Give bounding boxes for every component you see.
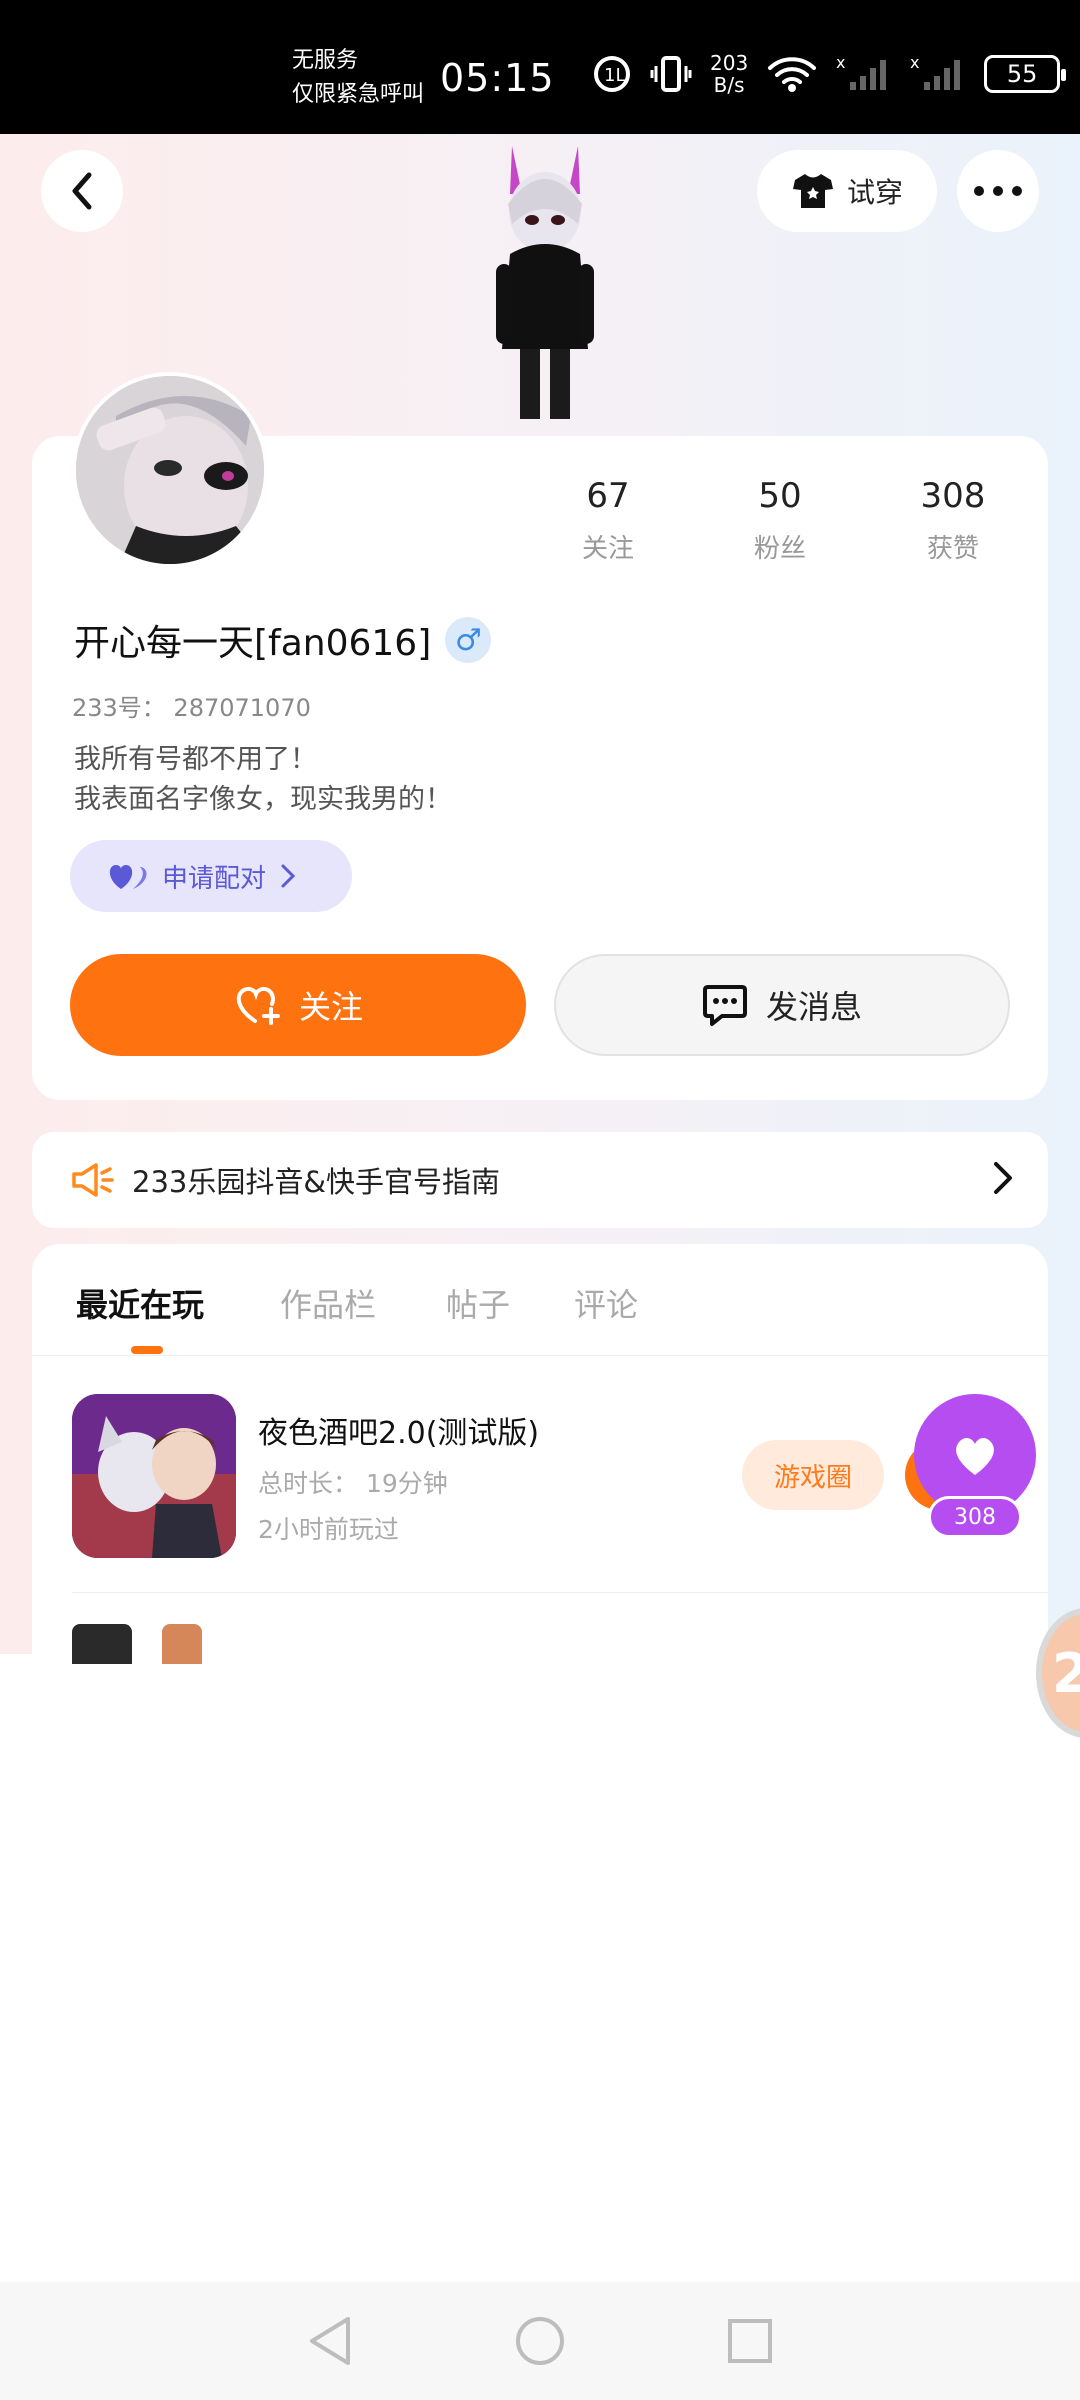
- vibrate-icon: [650, 56, 692, 92]
- send-message-label: 发消息: [765, 988, 862, 1026]
- stat-following[interactable]: 67 关注: [548, 476, 668, 565]
- svg-text:1L: 1L: [604, 65, 625, 86]
- bio-line-1: 我所有号都不用了！: [74, 744, 317, 775]
- announcement-text: 233乐园抖音&快手官号指南: [132, 1165, 500, 1199]
- stat-likes[interactable]: 308 获赞: [893, 476, 1013, 565]
- try-on-label: 试穿: [846, 176, 903, 209]
- hd-call-icon: 1L: [594, 56, 630, 92]
- bio: 我所有号都不用了！ 我表面名字像女，现实我男的！: [74, 740, 452, 820]
- follow-button[interactable]: 关注: [70, 954, 526, 1056]
- tab-works[interactable]: 作品栏: [280, 1280, 376, 1326]
- wifi-icon: [768, 57, 817, 92]
- heart-icon: [956, 1437, 994, 1475]
- gender-male-icon: ♂: [445, 617, 492, 663]
- stat-fans-count: 50: [758, 476, 802, 516]
- status-time: 05:15: [440, 56, 555, 100]
- game-circle-button[interactable]: 游戏圈: [742, 1440, 884, 1510]
- apply-pair-button[interactable]: 申请配对: [70, 840, 352, 912]
- stat-following-count: 67: [586, 476, 630, 516]
- nav-home-icon[interactable]: [514, 2315, 566, 2367]
- stat-likes-count: 308: [920, 476, 986, 516]
- avatar-image: [76, 376, 264, 564]
- game-cover-image: [72, 1394, 236, 1558]
- nickname-row: 开心每一天[fan0616] ♂: [74, 614, 492, 666]
- tab-active-indicator: [131, 1346, 163, 1354]
- heart-plus-icon: [236, 986, 280, 1025]
- chat-bubble-icon: [702, 985, 747, 1026]
- tab-posts[interactable]: 帖子: [446, 1280, 510, 1326]
- system-nav-bar: [0, 2282, 1080, 2400]
- chevron-right-icon: [281, 864, 296, 888]
- next-item-thumbnail-peek: [162, 1624, 202, 1664]
- double-heart-icon: [109, 865, 147, 889]
- stat-fans[interactable]: 50 粉丝: [720, 476, 840, 565]
- profile-screen: 无服务 仅限紧急呼叫 05:15 1L 203 B/s x x 55 试穿 67…: [0, 0, 1080, 2400]
- status-icons: 1L 203 B/s x x 55: [592, 51, 1067, 97]
- avatar[interactable]: [72, 372, 268, 568]
- svg-text:x: x: [836, 54, 845, 72]
- stat-following-label: 关注: [581, 534, 634, 564]
- game-duration: 总时长： 19分钟: [258, 1469, 448, 1498]
- more-dots-icon: [974, 186, 1022, 196]
- game-thumbnail: [72, 1394, 236, 1558]
- user-id: 233号： 287071070: [72, 694, 311, 722]
- stat-likes-label: 获赞: [926, 534, 979, 564]
- tab-bar: 最近在玩 作品栏 帖子 评论: [32, 1244, 1048, 1356]
- signal-sim2-icon: x: [910, 54, 961, 90]
- back-button[interactable]: [41, 150, 123, 232]
- signal-sim1-icon: x: [836, 54, 887, 90]
- megaphone-icon: [72, 1163, 114, 1197]
- battery-icon: 55: [984, 55, 1067, 93]
- list-item[interactable]: 夜色酒吧2.0(测试版) 总时长： 19分钟 2小时前玩过 游戏圈 玩: [72, 1394, 1032, 1558]
- activity-panel: 最近在玩 作品栏 帖子 评论 夜色酒吧2.0(测试版) 总时长： 19分钟 2小…: [32, 1244, 1048, 1664]
- apply-pair-label: 申请配对: [162, 863, 267, 894]
- try-on-button[interactable]: 试穿: [757, 150, 937, 232]
- chevron-right-icon: [994, 1162, 1012, 1194]
- game-title: 夜色酒吧2.0(测试版): [258, 1416, 540, 1451]
- nickname: 开心每一天[fan0616]: [74, 623, 432, 664]
- avatar-character-illustration: [496, 146, 594, 419]
- tab-comments[interactable]: 评论: [574, 1280, 638, 1326]
- more-button[interactable]: [957, 150, 1039, 232]
- follow-label: 关注: [298, 988, 363, 1026]
- tab-recent-play[interactable]: 最近在玩: [76, 1280, 204, 1326]
- send-message-button[interactable]: 发消息: [554, 954, 1010, 1056]
- chevron-left-icon: [72, 172, 92, 210]
- nav-back-icon[interactable]: [306, 2315, 354, 2367]
- like-count-badge: 308: [928, 1496, 1022, 1538]
- announcement-bar[interactable]: 233乐园抖音&快手官号指南: [32, 1132, 1048, 1228]
- next-item-thumbnail-peek: [72, 1624, 132, 1664]
- nav-recents-icon[interactable]: [726, 2317, 774, 2365]
- stat-fans-label: 粉丝: [753, 534, 806, 564]
- carrier-info: 无服务 仅限紧急呼叫: [292, 48, 425, 107]
- svg-text:x: x: [910, 54, 919, 72]
- game-last-played: 2小时前玩过: [258, 1515, 399, 1544]
- list-divider: [72, 1592, 1048, 1593]
- bio-line-2: 我表面名字像女，现实我男的！: [74, 784, 452, 815]
- tshirt-icon: [792, 174, 833, 208]
- net-speed: 203 B/s: [710, 51, 749, 97]
- status-bar: 无服务 仅限紧急呼叫 05:15 1L 203 B/s x x 55: [0, 0, 1080, 134]
